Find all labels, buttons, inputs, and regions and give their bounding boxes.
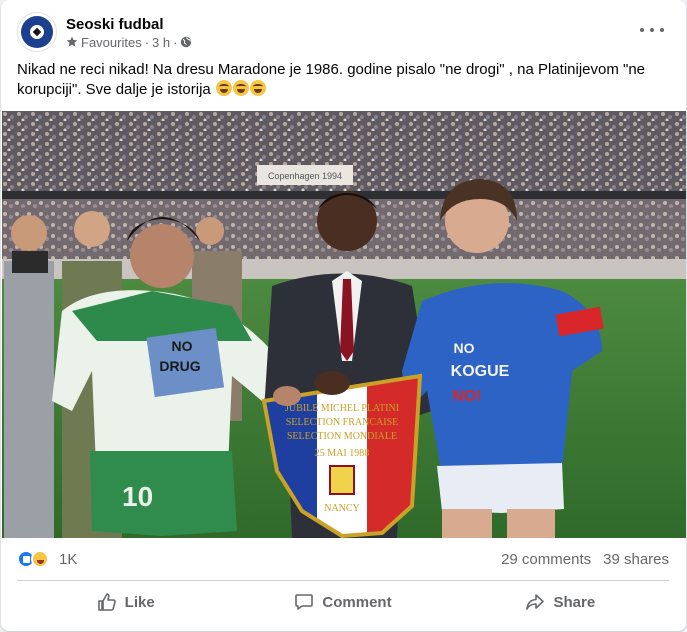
audience-label[interactable]: Favourites	[81, 35, 142, 50]
right-shirt-line-3: NO!	[452, 388, 481, 405]
photographer-figure	[4, 261, 54, 538]
page-avatar[interactable]	[17, 12, 57, 52]
shares-count[interactable]: 39 shares	[603, 551, 669, 568]
post-card: Seoski fudbal Favourites · 3 h · Nikad n…	[1, 0, 686, 631]
globe-icon	[181, 36, 192, 48]
pennant-line-4: 25 MAI 1988	[315, 448, 369, 459]
shirt-number: 10	[122, 481, 153, 512]
post-stats: 1K 29 comments 39 shares	[17, 548, 669, 570]
reactions-summary[interactable]: 1K	[17, 549, 77, 569]
crest-icon	[329, 465, 355, 495]
meta-separator: ·	[144, 34, 150, 50]
page-name[interactable]: Seoski fudbal	[66, 15, 192, 34]
more-options-button[interactable]	[640, 20, 664, 40]
pennant-line-1: JUBILE MICHEL PLATINI	[285, 403, 399, 414]
comment-button[interactable]: Comment	[234, 584, 451, 620]
laughing-emoji-icon	[232, 80, 249, 96]
right-shirt-line-1: NO	[454, 340, 475, 356]
meta-separator-2: ·	[173, 34, 178, 50]
stadium-banner-text: Copenhagen 1994	[268, 171, 342, 181]
camera-icon	[12, 251, 48, 273]
divider	[17, 580, 669, 581]
post-actions: Like Comment Share	[17, 584, 669, 620]
laughing-emoji-icon	[215, 80, 232, 96]
post-subline: Favourites · 3 h ·	[66, 35, 192, 50]
dot-icon	[650, 28, 654, 32]
haha-reaction-icon	[31, 550, 49, 568]
post-time[interactable]: 3 h	[152, 35, 170, 50]
post-header: Seoski fudbal Favourites · 3 h ·	[17, 12, 192, 52]
like-button[interactable]: Like	[17, 584, 234, 620]
comment-label: Comment	[322, 593, 392, 611]
thumbs-up-icon	[97, 593, 116, 611]
dot-icon	[640, 28, 644, 32]
post-meta: Seoski fudbal Favourites · 3 h ·	[66, 15, 192, 50]
shirt-text-line-1: NO	[172, 338, 193, 354]
engagement-counts: 29 comments 39 shares	[501, 551, 669, 568]
post-text: Nikad ne reci nikad! Na dresu Maradone j…	[17, 60, 667, 100]
share-button[interactable]: Share	[452, 584, 669, 620]
reaction-count[interactable]: 1K	[59, 551, 77, 568]
star-icon	[66, 36, 78, 47]
comments-count[interactable]: 29 comments	[501, 551, 591, 568]
share-icon	[526, 594, 545, 610]
post-text-body: Nikad ne reci nikad! Na dresu Maradone j…	[17, 61, 646, 98]
pennant-line-2: SELECTION FRANCAISE	[286, 417, 399, 428]
shirt-text-line-2: DRUG	[159, 358, 200, 374]
laughing-emoji-icon	[249, 80, 266, 96]
dot-icon	[660, 28, 664, 32]
comment-icon	[295, 594, 314, 610]
pennant-line-3: SELECTION MONDIALE	[287, 431, 397, 442]
pennant-line-5: NANCY	[324, 503, 360, 514]
post-photo[interactable]: Copenhagen 1994 NO DRUG 10 KOGUE NO NO! …	[2, 111, 686, 538]
share-label: Share	[553, 593, 596, 611]
like-label: Like	[124, 593, 155, 611]
right-shirt-line-2: KOGUE	[451, 363, 510, 380]
reaction-icons	[17, 549, 55, 569]
